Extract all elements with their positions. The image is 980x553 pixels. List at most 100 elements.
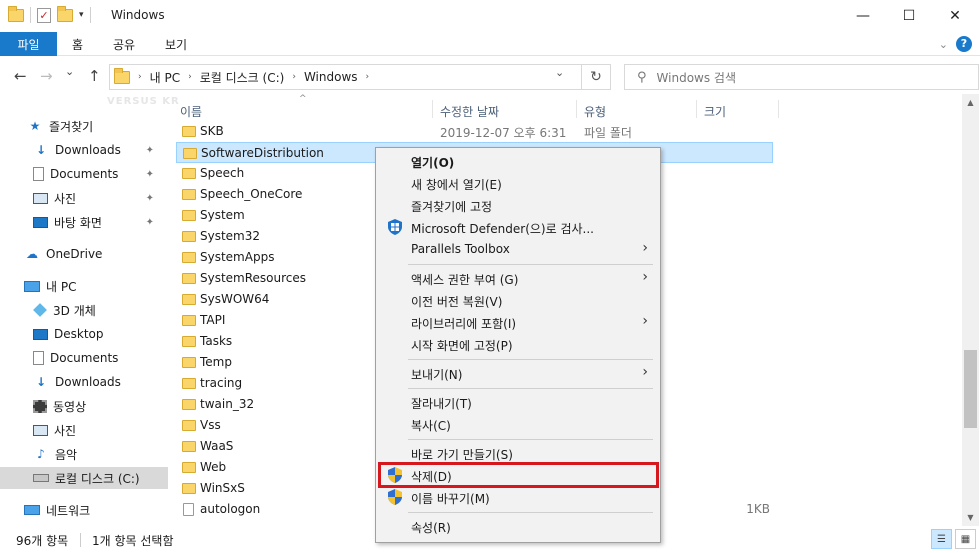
file-name: TAPI: [200, 313, 226, 327]
sidebar-item-downloads-pc[interactable]: ↓ Downloads: [0, 371, 168, 393]
sidebar-item-quick-access[interactable]: ★ 즐겨찾기: [0, 115, 168, 137]
item-count: 96개 항목: [16, 534, 69, 548]
maximize-button[interactable]: ☐: [886, 0, 932, 32]
vertical-scrollbar[interactable]: ▲ ▼: [962, 94, 979, 526]
sidebar-item-onedrive[interactable]: ☁ OneDrive: [0, 243, 168, 265]
properties-icon[interactable]: ✓: [37, 7, 51, 23]
menu-item-pin-quick-access[interactable]: 즐겨찾기에 고정: [378, 194, 658, 216]
folder-icon: [182, 252, 196, 263]
folder-icon: [8, 5, 24, 22]
chevron-right-icon[interactable]: ›: [366, 72, 370, 82]
scroll-up-icon[interactable]: ▲: [962, 94, 979, 111]
menu-item-open[interactable]: 열기(O): [378, 150, 658, 172]
column-divider[interactable]: [576, 100, 577, 118]
menu-item-create-shortcut[interactable]: 바로 가기 만들기(S): [378, 442, 658, 464]
menu-item-label: 보내기(N): [411, 368, 463, 382]
pin-icon: ✦: [145, 168, 154, 180]
sidebar-item-label: Downloads: [55, 143, 121, 157]
close-button[interactable]: ✕: [932, 0, 978, 32]
menu-item-include-library[interactable]: 라이브러리에 포함(I) ›: [378, 311, 658, 333]
recent-locations-button[interactable]: ⌄: [65, 65, 74, 78]
column-divider[interactable]: [778, 100, 779, 118]
sidebar-item-label: Downloads: [55, 375, 121, 389]
help-icon[interactable]: ?: [956, 36, 972, 52]
menu-item-defender-scan[interactable]: Microsoft Defender(으)로 검사...: [378, 216, 658, 238]
tab-view[interactable]: 보기: [165, 36, 187, 53]
new-folder-icon[interactable]: [57, 5, 73, 22]
breadcrumb-local-disk[interactable]: 로컬 디스크 (C:): [200, 69, 285, 86]
sidebar-item-local-disk[interactable]: 로컬 디스크 (C:): [0, 467, 168, 489]
column-header-size[interactable]: 크기: [704, 103, 726, 120]
download-icon: ↓: [35, 375, 47, 389]
sidebar-item-documents-pc[interactable]: Documents: [0, 347, 168, 369]
menu-item-send-to[interactable]: 보내기(N) ›: [378, 362, 658, 384]
refresh-button[interactable]: ↻: [582, 64, 611, 90]
sidebar-item-downloads[interactable]: ↓ Downloads ✦: [0, 139, 168, 161]
tab-share[interactable]: 공유: [113, 36, 135, 53]
back-button[interactable]: ←: [14, 67, 27, 85]
sidebar-item-desktop-quick[interactable]: 바탕 화면 ✦: [0, 211, 168, 233]
menu-item-label: 복사(C): [411, 419, 451, 433]
column-header-name[interactable]: 이름: [180, 103, 202, 120]
tab-home[interactable]: 홈: [72, 36, 83, 53]
sidebar-item-this-pc[interactable]: 내 PC: [0, 275, 168, 297]
menu-item-label: 바로 가기 만들기(S): [411, 448, 513, 462]
sidebar-item-documents[interactable]: Documents ✦: [0, 163, 168, 185]
sidebar-item-videos[interactable]: 동영상: [0, 395, 168, 417]
list-item[interactable]: SKB 2019-12-07 오후 6:31 파일 폴더: [176, 121, 773, 142]
large-icons-view-icon[interactable]: ▦: [955, 529, 976, 549]
details-view-icon[interactable]: ☰: [931, 529, 952, 549]
menu-item-restore-versions[interactable]: 이전 버전 복원(V): [378, 289, 658, 311]
sidebar-item-music[interactable]: ♪ 음악: [0, 443, 168, 465]
file-name: WinSxS: [200, 481, 245, 495]
file-name: SystemApps: [200, 250, 275, 264]
menu-item-label: 새 창에서 열기(E): [411, 178, 502, 192]
address-bar[interactable]: › 내 PC › 로컬 디스크 (C:) › Windows ›: [109, 64, 582, 90]
navigation-bar: ← → ⌄ ↑ › 내 PC › 로컬 디스크 (C:) › Windows ›…: [0, 60, 980, 94]
chevron-right-icon[interactable]: ›: [292, 72, 296, 82]
menu-item-cut[interactable]: 잘라내기(T): [378, 391, 658, 413]
tab-file[interactable]: 파일: [0, 32, 57, 56]
sidebar-item-pictures[interactable]: 사진 ✦: [0, 187, 168, 209]
scroll-down-icon[interactable]: ▼: [962, 509, 979, 526]
folder-icon: [182, 378, 196, 389]
menu-item-rename[interactable]: 이름 바꾸기(M): [378, 486, 658, 508]
scrollbar-thumb[interactable]: [964, 350, 977, 428]
file-name: SoftwareDistribution: [201, 146, 324, 160]
sort-ascending-icon: ^: [299, 94, 307, 104]
sidebar-item-label: 사진: [54, 191, 77, 206]
up-button[interactable]: ↑: [88, 67, 101, 85]
folder-icon: [182, 441, 196, 452]
column-header-type[interactable]: 유형: [584, 103, 606, 120]
search-box[interactable]: ⚲ Windows 검색: [624, 64, 979, 90]
minimize-button[interactable]: —: [840, 0, 886, 32]
menu-item-open-new-window[interactable]: 새 창에서 열기(E): [378, 172, 658, 194]
menu-item-give-access[interactable]: 액세스 권한 부여 (G) ›: [378, 267, 658, 289]
expand-ribbon-icon[interactable]: ⌄: [939, 38, 948, 51]
sidebar-item-label: Documents: [50, 167, 119, 181]
column-divider[interactable]: [696, 100, 697, 118]
customize-toolbar-button[interactable]: ▾: [79, 10, 84, 20]
column-divider[interactable]: [432, 100, 433, 118]
file-date: 2019-12-07 오후 6:31: [440, 126, 567, 140]
chevron-right-icon[interactable]: ›: [188, 72, 192, 82]
sidebar-item-pictures-pc[interactable]: 사진: [0, 419, 168, 441]
menu-item-parallels-toolbox[interactable]: Parallels Toolbox ›: [378, 238, 658, 260]
sidebar-item-label: OneDrive: [46, 247, 103, 261]
file-name: Tasks: [200, 334, 233, 348]
menu-item-pin-start[interactable]: 시작 화면에 고정(P): [378, 333, 658, 355]
download-icon: ↓: [35, 143, 47, 157]
menu-item-properties[interactable]: 속성(R): [378, 515, 658, 537]
breadcrumb-this-pc[interactable]: 내 PC: [150, 69, 180, 86]
menu-item-label: 속성(R): [411, 521, 451, 535]
breadcrumb-windows[interactable]: Windows: [304, 70, 358, 84]
sidebar-item-network[interactable]: 네트워크: [0, 499, 168, 521]
sidebar-item-3d-objects[interactable]: 3D 개체: [0, 299, 168, 321]
address-history-dropdown[interactable]: ⌄: [555, 66, 564, 79]
chevron-right-icon[interactable]: ›: [138, 72, 142, 82]
pin-icon: ✦: [145, 144, 154, 156]
forward-button[interactable]: →: [40, 67, 53, 85]
menu-item-copy[interactable]: 복사(C): [378, 413, 658, 435]
column-header-date[interactable]: 수정한 날짜: [440, 103, 499, 120]
sidebar-item-desktop[interactable]: Desktop: [0, 323, 168, 345]
